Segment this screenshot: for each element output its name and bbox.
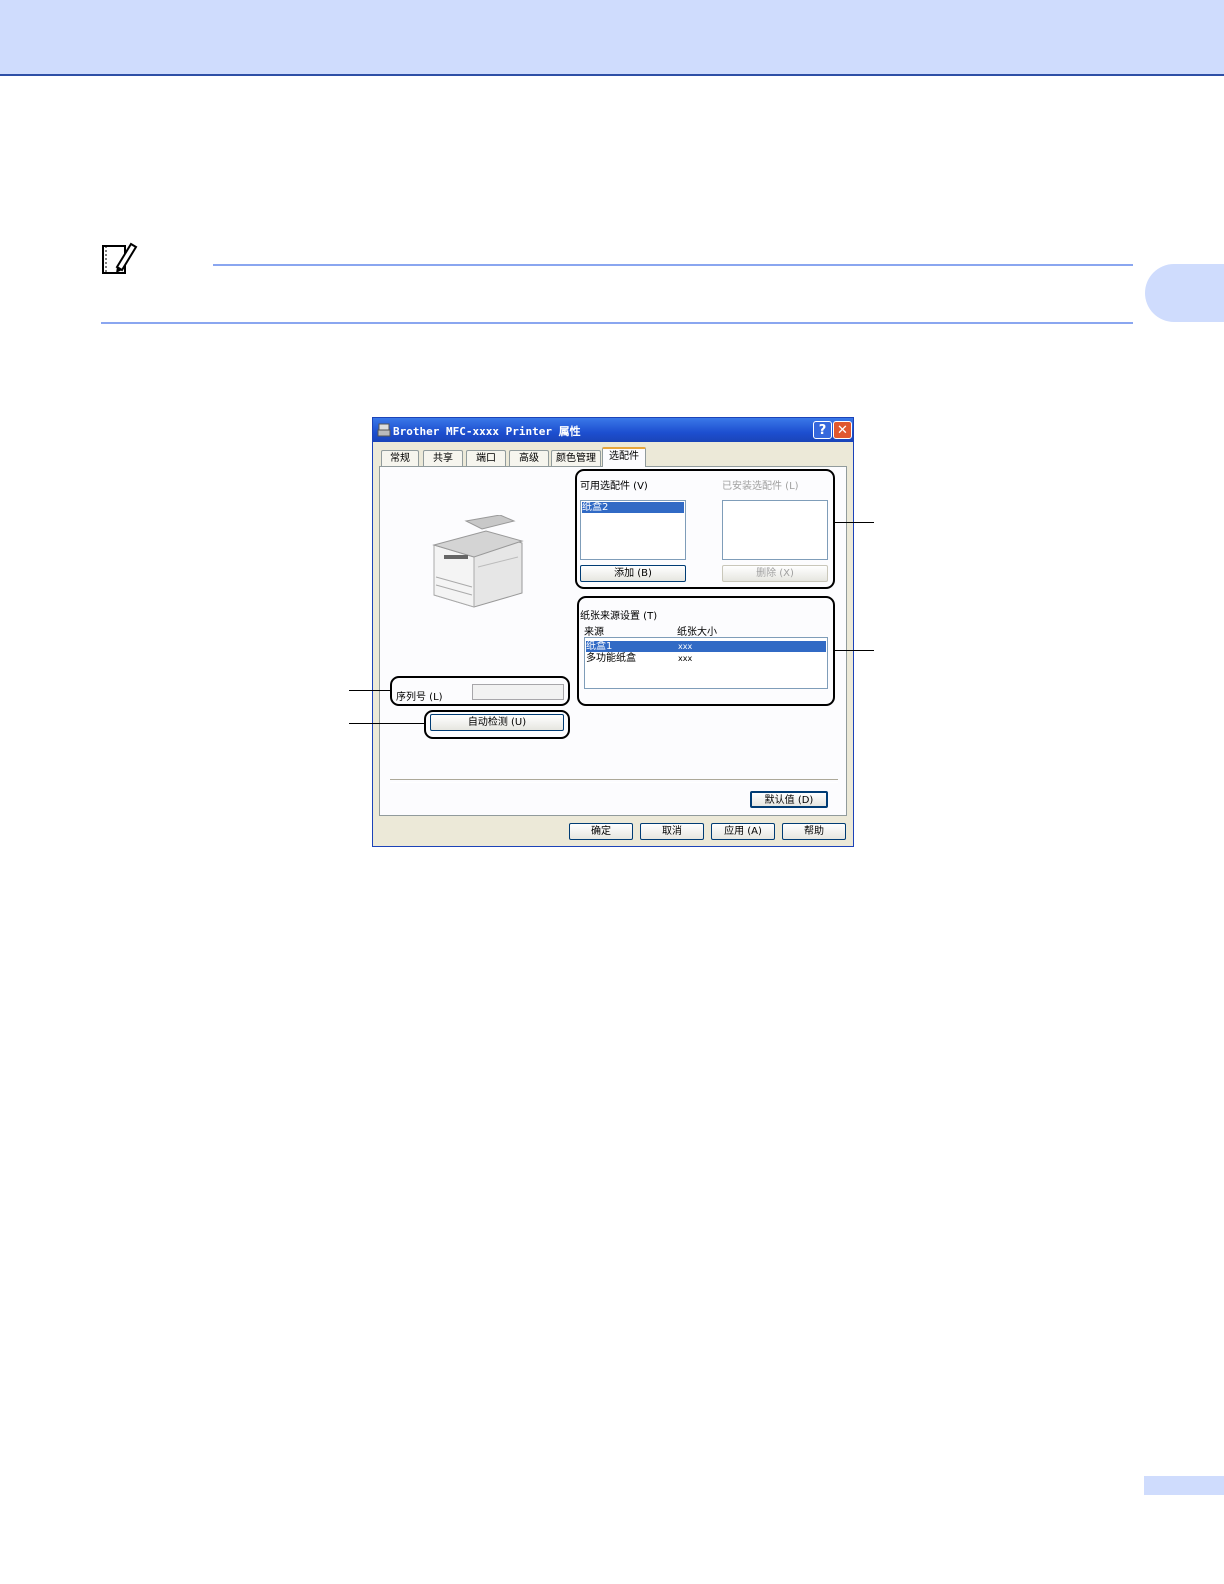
note-icon	[102, 242, 138, 274]
printer-icon	[377, 423, 391, 437]
tab-advanced[interactable]: 高级	[509, 450, 549, 466]
note-rule-top	[213, 264, 1133, 266]
callout-line-serial	[349, 690, 390, 691]
callout-box-options	[575, 469, 835, 589]
header-band	[0, 0, 1224, 76]
tab-general[interactable]: 常规	[381, 450, 419, 466]
ok-button[interactable]: 确定	[569, 823, 633, 840]
callout-box-paper-source	[577, 596, 835, 706]
page-number-tab	[1144, 1476, 1224, 1495]
callout-line-auto-detect	[349, 723, 424, 724]
default-button[interactable]: 默认值 (D)	[750, 791, 828, 808]
cancel-button[interactable]: 取消	[640, 823, 704, 840]
callout-box-auto-detect	[424, 710, 570, 739]
chapter-tab	[1145, 264, 1224, 322]
printer-properties-dialog: Brother MFC-xxxx Printer 属性 ? ✕ 常规 共享 端口…	[372, 417, 854, 847]
close-button[interactable]: ✕	[833, 421, 852, 439]
help-button[interactable]: 帮助	[782, 823, 846, 840]
tab-ports[interactable]: 端口	[466, 450, 506, 466]
tab-options[interactable]: 选配件	[602, 447, 646, 467]
help-title-button[interactable]: ?	[813, 421, 832, 439]
dialog-title: Brother MFC-xxxx Printer 属性	[393, 425, 581, 438]
separator	[390, 779, 838, 783]
tab-color-management[interactable]: 颜色管理	[551, 450, 601, 466]
tab-sharing[interactable]: 共享	[423, 450, 463, 466]
dialog-titlebar: Brother MFC-xxxx Printer 属性 ? ✕	[373, 418, 853, 442]
callout-line-paper-source	[834, 650, 874, 651]
note-rule-bottom	[101, 322, 1133, 324]
callout-line-options	[834, 522, 874, 523]
printer-image	[432, 515, 524, 608]
apply-button[interactable]: 应用 (A)	[711, 823, 775, 840]
callout-box-serial	[390, 676, 570, 706]
